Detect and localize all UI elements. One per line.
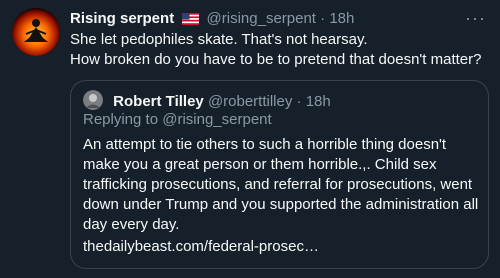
quote-time[interactable]: 18h [306, 93, 331, 110]
replying-prefix: Replying to [83, 111, 159, 128]
quote-author-name[interactable]: Robert Tilley [113, 93, 204, 110]
author-name[interactable]: Rising serpent [70, 10, 174, 27]
quote-author-avatar[interactable] [83, 90, 103, 110]
replying-handle[interactable]: @rising_serpent [162, 111, 271, 128]
tweet-text-line: She let pedophiles skate. That's not hea… [70, 31, 368, 48]
tweet-header: Rising serpent @rising_serpent · 18h [70, 10, 354, 30]
tweet-time[interactable]: 18h [329, 10, 354, 27]
author-avatar[interactable] [12, 8, 60, 56]
more-dots-icon[interactable]: ··· [465, 8, 486, 29]
quoted-tweet[interactable]: Robert Tilley @roberttilley · 18h Replyi… [70, 80, 489, 269]
replying-to: Replying to @rising_serpent [83, 111, 272, 129]
tweet-card[interactable]: Rising serpent @rising_serpent · 18h ···… [0, 0, 500, 278]
meta-separator: · [296, 93, 302, 110]
tweet-text: She let pedophiles skate. That's not hea… [70, 30, 490, 70]
author-handle[interactable]: @rising_serpent [207, 10, 316, 27]
quote-text: An attempt to tie others to such a horri… [83, 136, 479, 233]
quote-header: Robert Tilley @roberttilley · 18h [83, 90, 331, 111]
quote-author-handle[interactable]: @roberttilley [208, 93, 292, 110]
quote-link[interactable]: thedailybeast.com/federal-prosec… [83, 237, 319, 257]
us-flag-icon [182, 12, 200, 30]
meta-separator: · [320, 10, 326, 27]
tweet-text-line: How broken do you have to be to pretend … [70, 51, 482, 68]
